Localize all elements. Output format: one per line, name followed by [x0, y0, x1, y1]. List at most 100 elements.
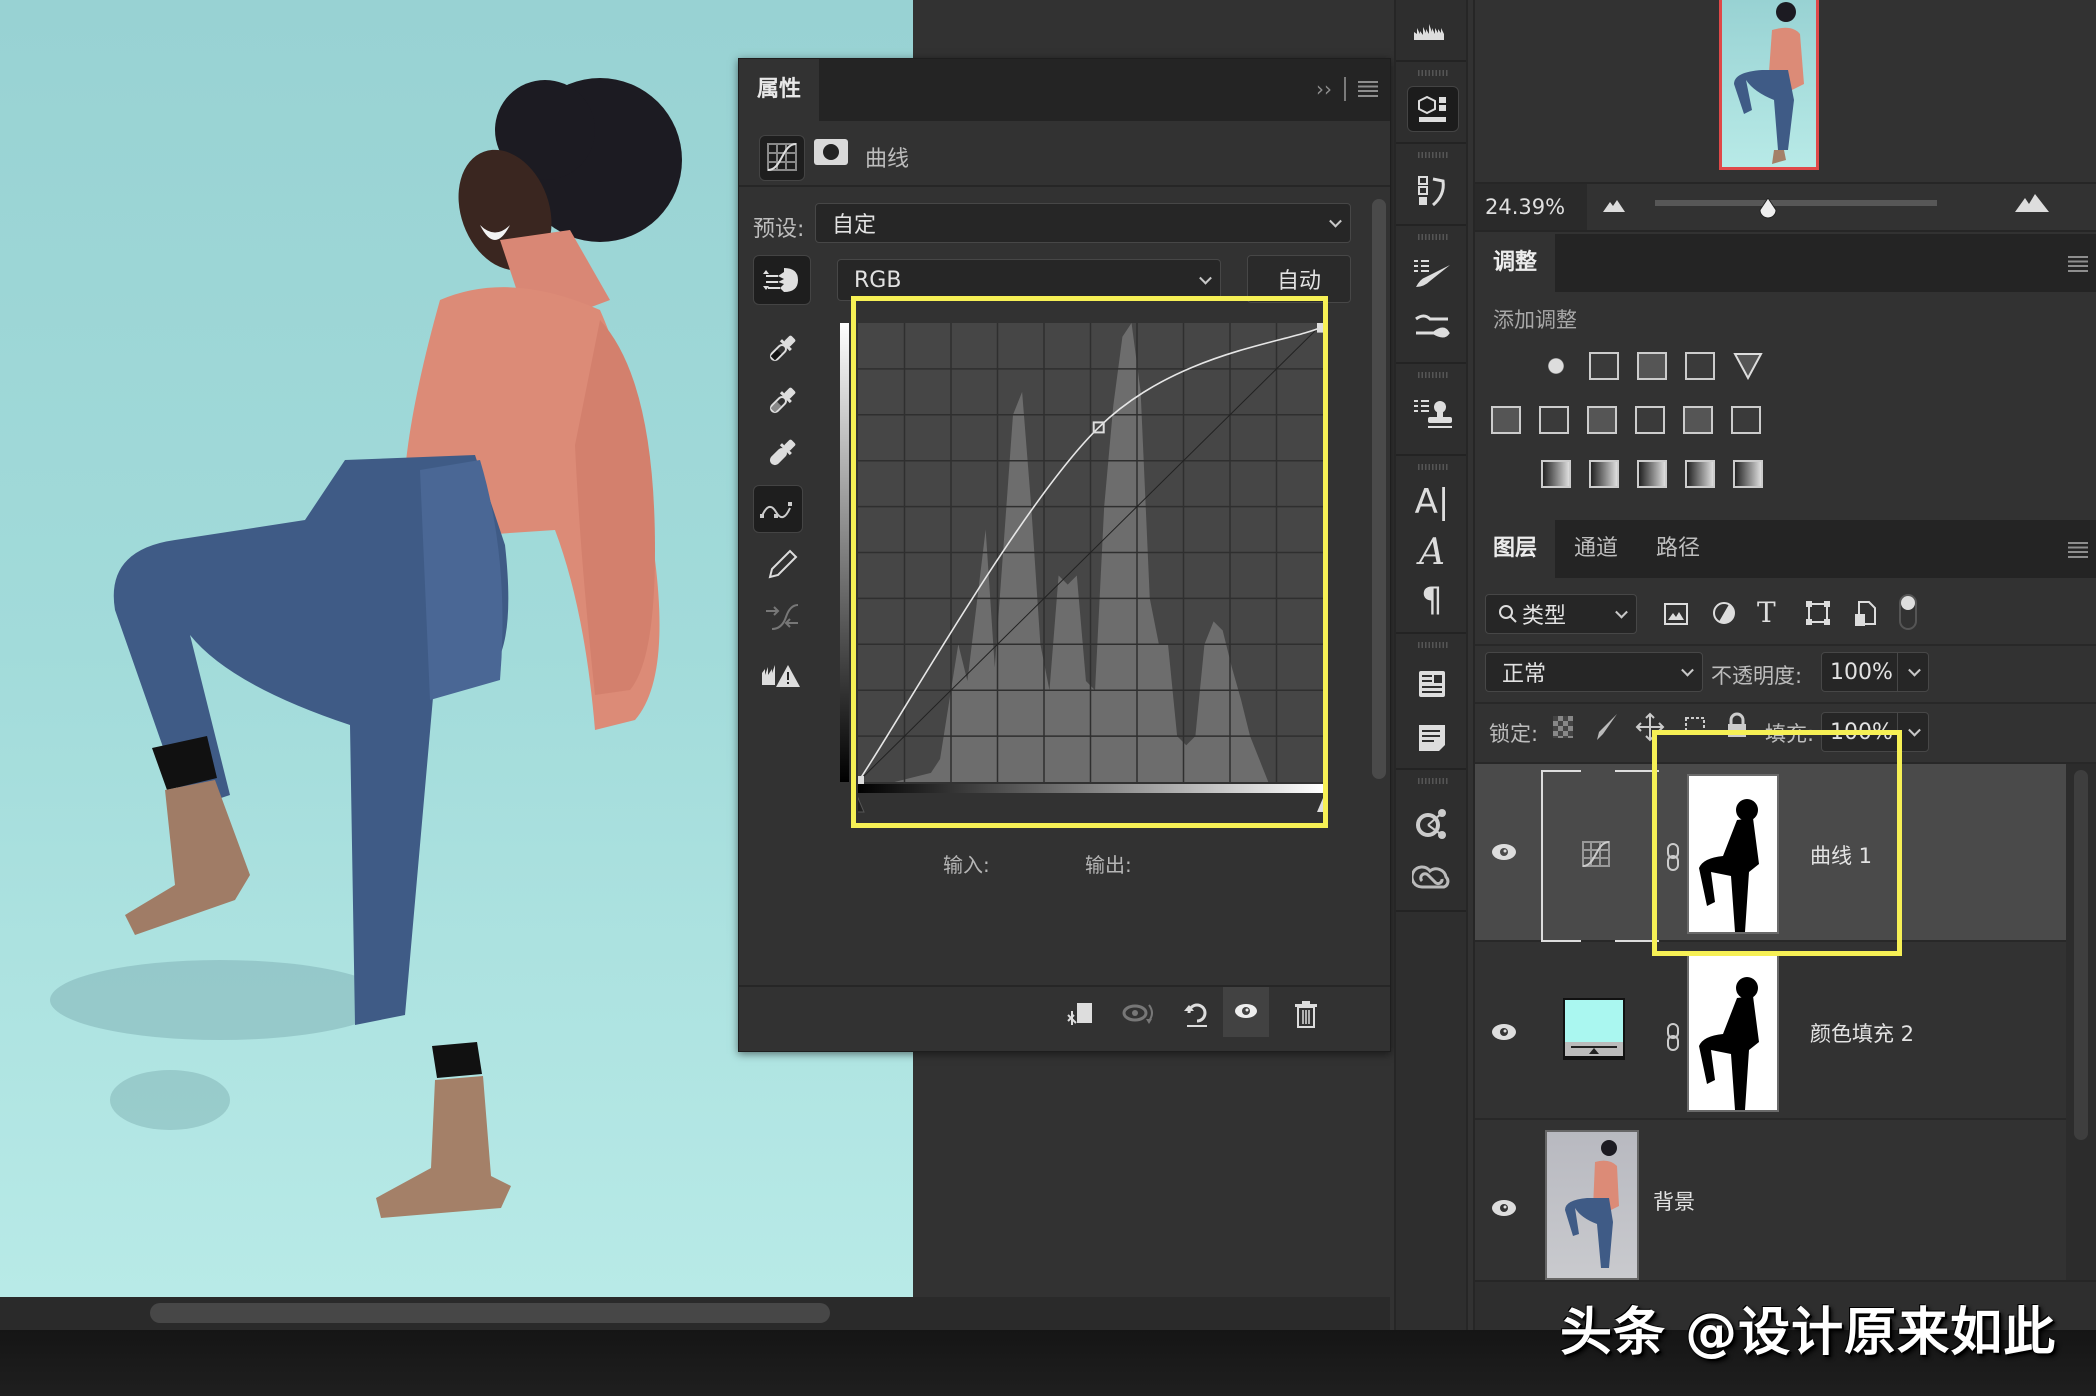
panel-grip[interactable]: [1418, 70, 1448, 76]
notes-icon[interactable]: [1408, 718, 1456, 758]
panel-menu-icon[interactable]: [2068, 542, 2088, 558]
libraries-icon[interactable]: [1408, 664, 1456, 704]
on-image-adjust-tool[interactable]: [753, 255, 811, 305]
background-layer-thumbnail[interactable]: [1545, 1130, 1639, 1280]
curve-points-icon[interactable]: [753, 485, 803, 533]
panel-menu-icon[interactable]: [1358, 81, 1378, 97]
layer-mask-icon[interactable]: [814, 139, 848, 165]
invert-icon[interactable]: [1541, 460, 1571, 488]
adjustment-type-label: 曲线: [865, 147, 910, 172]
zoom-value[interactable]: 24.39%: [1475, 184, 1587, 230]
layer-row-color-fill[interactable]: 颜色填充 2: [1475, 942, 2068, 1120]
channel-mixer-icon[interactable]: [1683, 406, 1713, 434]
share-icon[interactable]: [1408, 804, 1456, 844]
navigator-thumbnail[interactable]: [1719, 0, 1819, 170]
selective-color-icon[interactable]: [1685, 460, 1715, 488]
layer-mask-thumbnail[interactable]: [1687, 952, 1779, 1112]
color-balance-icon[interactable]: [1539, 406, 1569, 434]
character-icon[interactable]: A|: [1408, 482, 1456, 522]
visibility-eye-icon[interactable]: [1489, 1022, 1519, 1042]
histogram-icon[interactable]: [1408, 10, 1456, 50]
panel-grip[interactable]: [1418, 778, 1448, 784]
filter-smart-object-icon[interactable]: [1853, 600, 1877, 626]
tab-properties[interactable]: 属性: [739, 59, 819, 121]
levels-icon[interactable]: [1589, 352, 1619, 380]
highlight-box-curves: [851, 296, 1328, 828]
panel-grip[interactable]: [1418, 372, 1448, 378]
brush-presets-icon[interactable]: [1408, 306, 1456, 346]
layer-name[interactable]: 颜色填充 2: [1810, 1018, 1914, 1048]
white-point-eyedropper-icon[interactable]: [753, 429, 811, 477]
panel-grip[interactable]: [1418, 152, 1448, 158]
brush-settings-icon[interactable]: [1408, 254, 1456, 294]
exposure-icon[interactable]: [1685, 352, 1715, 380]
hue-saturation-icon[interactable]: [1491, 406, 1521, 434]
layers-scrollbar[interactable]: [2066, 764, 2096, 1284]
history-icon[interactable]: [1408, 172, 1456, 212]
layer-filter-dropdown[interactable]: 类型: [1485, 594, 1637, 634]
pencil-draw-icon[interactable]: [753, 541, 811, 589]
channel-dropdown[interactable]: RGB: [837, 259, 1221, 301]
clone-source-icon[interactable]: [1408, 394, 1456, 434]
clipping-warning-icon[interactable]: [753, 651, 811, 699]
zoom-slider-thumb[interactable]: [1758, 198, 1778, 220]
layer-row-background[interactable]: 背景: [1475, 1120, 2068, 1280]
tab-layers[interactable]: 图层: [1475, 520, 1555, 578]
filter-adjustment-icon[interactable]: [1711, 600, 1737, 626]
3d-properties-icon[interactable]: [1407, 86, 1459, 132]
tab-channels[interactable]: 通道: [1555, 520, 1637, 578]
black-point-eyedropper-icon[interactable]: [753, 325, 811, 373]
threshold-icon[interactable]: [1637, 460, 1667, 488]
gradient-map-icon[interactable]: [1733, 460, 1763, 488]
panel-menu-icon[interactable]: [2068, 256, 2088, 272]
vibrance-icon[interactable]: [1733, 352, 1763, 381]
color-lookup-icon[interactable]: [1731, 406, 1761, 434]
tab-paths[interactable]: 路径: [1637, 520, 1719, 578]
reset-icon[interactable]: [1179, 999, 1215, 1029]
filter-type-icon[interactable]: T: [1757, 596, 1776, 629]
layer-name[interactable]: 背景: [1653, 1186, 1695, 1216]
photo-filter-icon[interactable]: [1635, 406, 1665, 434]
visibility-toggle[interactable]: [1223, 987, 1269, 1037]
gray-point-eyedropper-icon[interactable]: [753, 377, 811, 425]
link-icon[interactable]: [1665, 1022, 1681, 1052]
clip-to-layer-icon[interactable]: [1064, 999, 1100, 1029]
visibility-eye-icon[interactable]: [1489, 1198, 1519, 1218]
lock-transparent-icon[interactable]: [1553, 716, 1573, 738]
zoom-slider-track[interactable]: [1655, 200, 1937, 206]
creative-cloud-icon[interactable]: [1408, 856, 1456, 896]
chevron-down-icon: [1681, 663, 1694, 677]
panel-grip[interactable]: [1418, 234, 1448, 240]
color-fill-thumbnail[interactable]: [1563, 998, 1625, 1060]
preset-dropdown[interactable]: 自定: [815, 203, 1351, 243]
lock-image-icon[interactable]: [1593, 712, 1619, 742]
collapse-panel-icon[interactable]: ››: [1316, 77, 1332, 101]
paragraph-icon[interactable]: ¶: [1408, 580, 1456, 620]
delete-icon[interactable]: [1291, 999, 1321, 1029]
brightness-contrast-icon[interactable]: [1541, 352, 1571, 380]
view-previous-state-icon[interactable]: [1121, 999, 1157, 1029]
chevron-down-icon: [1615, 605, 1628, 619]
curves-icon[interactable]: [1637, 352, 1667, 380]
opacity-field[interactable]: 100%: [1821, 652, 1929, 692]
posterize-icon[interactable]: [1589, 460, 1619, 488]
layers-scrollbar-thumb[interactable]: [2074, 770, 2088, 1140]
tab-adjustments[interactable]: 调整: [1475, 234, 1555, 292]
add-adjustment-label: 添加调整: [1493, 308, 1577, 332]
panel-grip[interactable]: [1418, 642, 1448, 648]
curves-adjustment-icon[interactable]: [759, 135, 805, 181]
blend-mode-dropdown[interactable]: 正常: [1485, 652, 1703, 692]
zoom-out-icon[interactable]: [1603, 198, 1625, 212]
scrollbar-thumb[interactable]: [150, 1303, 830, 1323]
properties-scrollbar[interactable]: [1372, 199, 1386, 779]
filter-toggle[interactable]: [1899, 594, 1917, 630]
zoom-in-icon[interactable]: [2015, 194, 2049, 212]
filter-shape-icon[interactable]: [1805, 600, 1831, 626]
filter-pixel-icon[interactable]: [1663, 602, 1689, 626]
filter-value: 类型: [1522, 604, 1567, 629]
black-white-icon[interactable]: [1587, 406, 1617, 434]
character-styles-icon[interactable]: A: [1408, 532, 1456, 573]
visibility-eye-icon[interactable]: [1489, 842, 1519, 862]
horizontal-scrollbar[interactable]: [0, 1297, 1390, 1330]
panel-grip[interactable]: [1418, 464, 1448, 470]
